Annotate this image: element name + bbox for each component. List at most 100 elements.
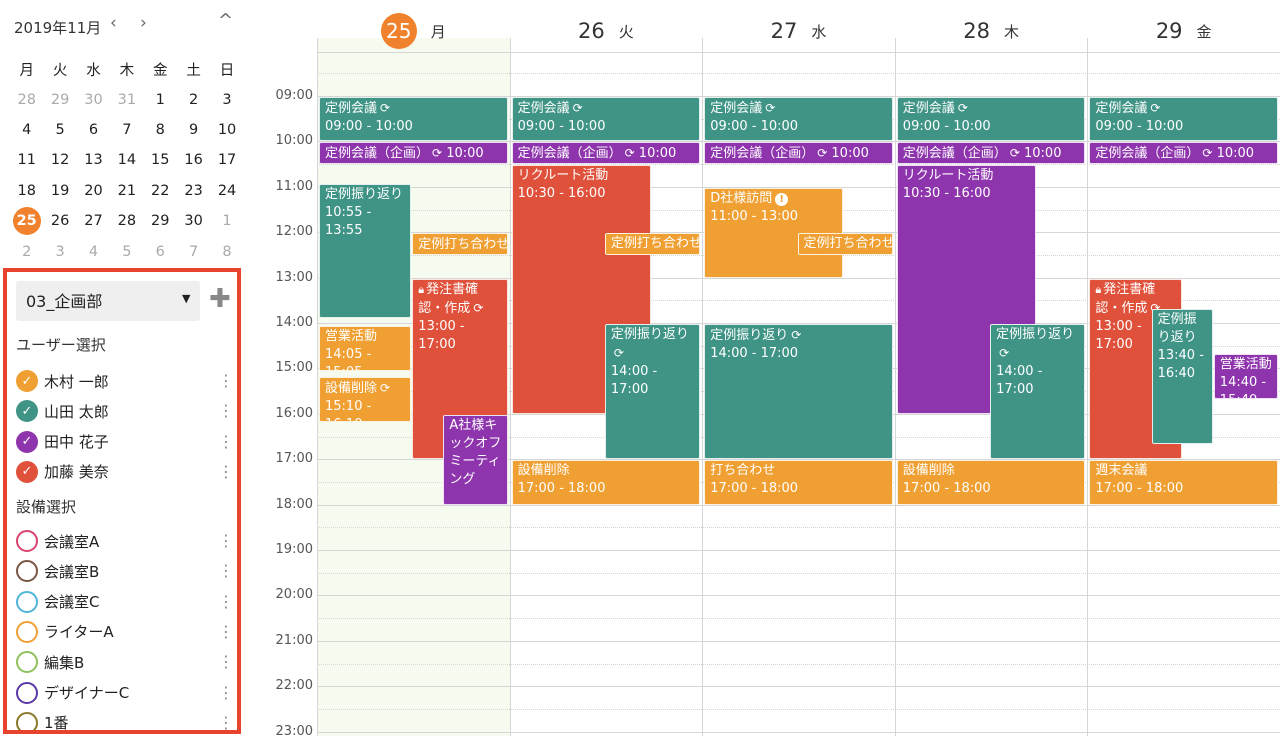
- calendar-event[interactable]: 定例振り返り 13:40 - 16:40: [1151, 309, 1213, 445]
- mini-day[interactable]: 23: [177, 183, 210, 199]
- mini-day[interactable]: 31: [110, 92, 143, 108]
- mini-day[interactable]: 8: [144, 122, 177, 138]
- mini-day[interactable]: 14: [110, 152, 143, 168]
- mini-day[interactable]: 18: [10, 183, 43, 199]
- more-vertical-icon[interactable]: ⋮: [218, 593, 234, 609]
- calendar-event[interactable]: 定例会議（企画） ⟳ 10:00: [319, 142, 508, 165]
- circle-outline-icon[interactable]: [16, 651, 38, 674]
- calendar-event[interactable]: 定例振り返り⟳14:00 - 17:00: [704, 324, 893, 460]
- mini-day[interactable]: 8: [210, 244, 243, 260]
- mini-day[interactable]: 27: [77, 213, 110, 229]
- check-circle-icon[interactable]: ✓: [16, 430, 38, 453]
- mini-day[interactable]: 7: [110, 122, 143, 138]
- mini-day[interactable]: 24: [210, 183, 243, 199]
- mini-day[interactable]: 26: [43, 213, 76, 229]
- mini-day[interactable]: 29: [144, 213, 177, 229]
- mini-day[interactable]: 4: [10, 122, 43, 138]
- circle-outline-icon[interactable]: [16, 590, 38, 613]
- mini-day[interactable]: 15: [144, 152, 177, 168]
- circle-outline-icon[interactable]: [16, 711, 38, 730]
- chevron-up-icon[interactable]: ^: [218, 10, 233, 31]
- user-item[interactable]: ✓ 山田 太郎 ⋮: [16, 398, 234, 424]
- facility-item[interactable]: 編集B ⋮: [16, 649, 234, 675]
- calendar-event[interactable]: 定例会議 ⟳ 09:00 - 10:00: [511, 97, 701, 142]
- day-header[interactable]: 26 火: [510, 14, 703, 48]
- circle-outline-icon[interactable]: [16, 620, 38, 643]
- mini-day-today[interactable]: 25: [10, 207, 43, 236]
- more-vertical-icon[interactable]: ⋮: [218, 563, 234, 579]
- mini-day[interactable]: 6: [77, 122, 110, 138]
- circle-outline-icon[interactable]: [16, 530, 38, 552]
- mini-day[interactable]: 10: [210, 122, 243, 138]
- calendar-event[interactable]: 定例打ち合わせ: [604, 233, 701, 255]
- mini-day[interactable]: 12: [43, 152, 76, 168]
- calendar-event[interactable]: 定例振り返り⟳14:00 - 17:00: [604, 324, 701, 460]
- mini-day[interactable]: 30: [77, 92, 110, 108]
- day-header[interactable]: 27 水: [702, 14, 895, 48]
- more-vertical-icon[interactable]: ⋮: [218, 623, 234, 639]
- more-vertical-icon[interactable]: ⋮: [218, 403, 234, 419]
- mini-day[interactable]: 28: [110, 213, 143, 229]
- calendar-event[interactable]: 定例会議 ⟳ 09:00 - 10:00: [704, 97, 893, 142]
- calendar-event[interactable]: 定例会議 ⟳ 09:00 - 10:00: [1089, 97, 1278, 142]
- calendar-event[interactable]: 定例打ち合わせ: [797, 233, 893, 255]
- calendar-event[interactable]: 定例会議（企画） ⟳ 10:00: [896, 142, 1086, 165]
- calendar-event[interactable]: 定例振り返り⟳14:00 - 17:00: [990, 324, 1086, 460]
- add-icon[interactable]: ✚: [209, 284, 231, 314]
- more-vertical-icon[interactable]: ⋮: [218, 533, 234, 549]
- calendar-event[interactable]: 打ち合わせ 17:00 - 18:00: [704, 460, 893, 505]
- mini-day[interactable]: 19: [43, 183, 76, 199]
- facility-item[interactable]: デザイナーC ⋮: [16, 680, 234, 706]
- mini-day[interactable]: 2: [10, 244, 43, 260]
- calendar-event[interactable]: 定例会議（企画） ⟳ 10:00: [1089, 142, 1278, 165]
- day-header[interactable]: 28 木: [895, 14, 1088, 48]
- more-vertical-icon[interactable]: ⋮: [218, 714, 234, 730]
- facility-item[interactable]: ライターA ⋮: [16, 619, 234, 645]
- mini-day[interactable]: 29: [43, 92, 76, 108]
- mini-day[interactable]: 13: [77, 152, 110, 168]
- more-vertical-icon[interactable]: ⋮: [218, 684, 234, 700]
- more-vertical-icon[interactable]: ⋮: [218, 433, 234, 449]
- check-circle-icon[interactable]: ✓: [16, 370, 38, 392]
- user-item[interactable]: ✓ 木村 一郎 ⋮: [16, 368, 234, 394]
- calendar-event[interactable]: 定例振り返り 10:55 - 13:55: [319, 184, 412, 319]
- group-select[interactable]: 03_企画部: [16, 281, 200, 321]
- more-vertical-icon[interactable]: ⋮: [218, 654, 234, 670]
- mini-day[interactable]: 2: [177, 92, 210, 108]
- more-vertical-icon[interactable]: ⋮: [218, 463, 234, 479]
- mini-day[interactable]: 1: [144, 92, 177, 108]
- mini-day[interactable]: 22: [144, 183, 177, 199]
- chevron-left-icon[interactable]: ‹: [110, 13, 117, 33]
- mini-day[interactable]: 3: [43, 244, 76, 260]
- more-vertical-icon[interactable]: ⋮: [218, 373, 234, 389]
- calendar-event[interactable]: 定例会議 ⟳ 09:00 - 10:00: [896, 97, 1086, 142]
- circle-outline-icon[interactable]: [16, 681, 38, 704]
- calendar-event[interactable]: 定例会議（企画） ⟳ 10:00: [511, 142, 701, 165]
- facility-item[interactable]: 会議室C ⋮: [16, 589, 234, 615]
- check-circle-icon[interactable]: ✓: [16, 400, 38, 423]
- calendar-event[interactable]: 定例打ち合わせ⟳: [412, 233, 508, 255]
- calendar-event[interactable]: A社様キックオフミーティング: [443, 414, 508, 505]
- mini-day[interactable]: 5: [43, 122, 76, 138]
- calendar-event[interactable]: 営業活動 14:40 - 15:40: [1213, 354, 1278, 399]
- calendar-event[interactable]: 営業活動 14:05 - 15:05: [319, 326, 412, 371]
- mini-day[interactable]: 5: [110, 244, 143, 260]
- calendar-event[interactable]: 設備削除 17:00 - 18:00: [896, 460, 1086, 505]
- user-item[interactable]: ✓ 加藤 美奈 ⋮: [16, 459, 234, 485]
- mini-day[interactable]: 1: [210, 213, 243, 229]
- circle-outline-icon[interactable]: [16, 560, 38, 583]
- mini-day[interactable]: 21: [110, 183, 143, 199]
- mini-day[interactable]: 17: [210, 152, 243, 168]
- user-item[interactable]: ✓ 田中 花子 ⋮: [16, 429, 234, 455]
- mini-day[interactable]: 7: [177, 244, 210, 260]
- mini-day[interactable]: 11: [10, 152, 43, 168]
- facility-item[interactable]: 会議室A ⋮: [16, 528, 234, 554]
- mini-day[interactable]: 4: [77, 244, 110, 260]
- facility-item[interactable]: 会議室B ⋮: [16, 558, 234, 584]
- chevron-right-icon[interactable]: ›: [140, 13, 147, 33]
- calendar-event[interactable]: 定例会議 ⟳ 09:00 - 10:00: [319, 97, 508, 142]
- day-header[interactable]: 25 月: [317, 13, 510, 49]
- mini-day[interactable]: 3: [210, 92, 243, 108]
- day-header[interactable]: 29 金: [1087, 14, 1280, 48]
- mini-day[interactable]: 9: [177, 122, 210, 138]
